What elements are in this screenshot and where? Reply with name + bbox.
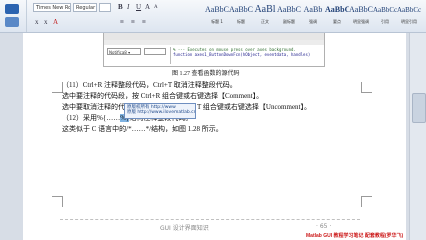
style-emphasis[interactable]: AaBb 强调	[301, 2, 325, 28]
hover-tooltip: 原版权所有 http://www 原版 http://www.ilovematl…	[124, 103, 196, 119]
quick-access-toolbar	[0, 0, 27, 32]
style-normal[interactable]: AaBl 正文	[253, 2, 277, 28]
paragraph-text: 结构，如图 1.28 所示。	[151, 125, 223, 133]
subscript-button[interactable]: x	[35, 18, 39, 27]
paragraph-text: T 组合键或右键选择【Uncomment】。	[197, 103, 312, 111]
superscript-button[interactable]: x	[44, 18, 48, 27]
underline-button[interactable]: U	[136, 3, 141, 12]
figure-code-line: function axes1_ButtonDownFcn(hObject, ev…	[173, 52, 311, 57]
style-heading1[interactable]: AaBbC 标题 1	[205, 2, 229, 28]
bold-button[interactable]: B	[118, 3, 123, 12]
watermark-text: Matlab GUI 教程学习笔记 配套教程(罗华飞)	[306, 233, 404, 239]
grow-font-button[interactable]: A	[145, 3, 150, 12]
style-intense-quote[interactable]: AaBbCc 明显引用	[397, 2, 421, 28]
page-number: · 65 ·	[316, 223, 332, 230]
crop-mark	[361, 196, 372, 207]
figure-caption: 图 1.27 查看函数的源代码	[172, 71, 240, 77]
italic-button[interactable]: I	[127, 3, 129, 12]
figure-code: % --- Executes on mouse press over axes …	[170, 47, 323, 64]
paragraph-comment: 选中要注释的代码段，按 Ctrl+R 组合键或右键选择【Comment】。	[62, 92, 264, 100]
paragraph-text: 这类似于 C 语言中的/*……*/	[62, 125, 152, 133]
paragraph-text: 选中要取消注释的代	[62, 103, 125, 111]
figure-combo	[144, 48, 166, 55]
crop-mark	[361, 82, 372, 93]
style-strong[interactable]: AaBbC 要点	[325, 2, 349, 28]
paragraph-11: （11）Ctrl+R 注释整段代码，Ctrl+T 取消注释整段代码。	[62, 81, 237, 89]
figure-callback-combo: Notifica8 ▾	[107, 48, 141, 55]
paragraph-c-comment: 这类似于 C 语言中的/*……*/结构，如图 1.28 所示。	[62, 124, 223, 134]
vertical-scrollbar[interactable]	[409, 33, 426, 240]
footer-divider	[60, 219, 360, 220]
align-left-button[interactable]: ≡	[120, 18, 124, 27]
style-subtitle[interactable]: AaBbC 副标题	[277, 2, 301, 28]
ribbon-toolbar: Times New Roman Regular B I U A A x x A …	[0, 0, 426, 33]
paragraph-text: （12）采用%{……	[62, 114, 121, 122]
footer-title: GUI 设计界面知识	[160, 225, 209, 232]
tooltip-line: 原版 http://www.ilovematlab.cn	[127, 110, 196, 115]
embedded-figure[interactable]: Notifica8 ▾ % --- Executes on mouse pres…	[103, 33, 325, 67]
figure-toolbar	[104, 40, 324, 45]
crop-mark	[52, 196, 63, 207]
style-intense-emphasis[interactable]: AaBbC 明显强调	[349, 2, 373, 28]
styles-gallery: AaBbC 标题 1 AaBbC 标题 AaBl 正文 AaBbC 副标题 AaBb 强调…	[205, 2, 421, 28]
paste-icon[interactable]	[5, 4, 19, 14]
font-size-box[interactable]	[99, 3, 111, 12]
scrollbar-thumb[interactable]	[412, 93, 426, 123]
align-right-button[interactable]: ≡	[142, 18, 146, 27]
format-painter-icon[interactable]	[5, 17, 19, 27]
font-color-button[interactable]: A	[53, 18, 58, 27]
font-style-box[interactable]: Regular	[73, 3, 97, 12]
style-quote[interactable]: AaBbCc 引用	[373, 2, 397, 28]
style-title[interactable]: AaBbC 标题	[229, 2, 253, 28]
shrink-font-button[interactable]: A	[154, 3, 158, 12]
left-ruler	[0, 33, 21, 240]
font-name-box[interactable]: Times New Roman	[33, 3, 71, 12]
align-center-button[interactable]: ≡	[131, 18, 135, 27]
